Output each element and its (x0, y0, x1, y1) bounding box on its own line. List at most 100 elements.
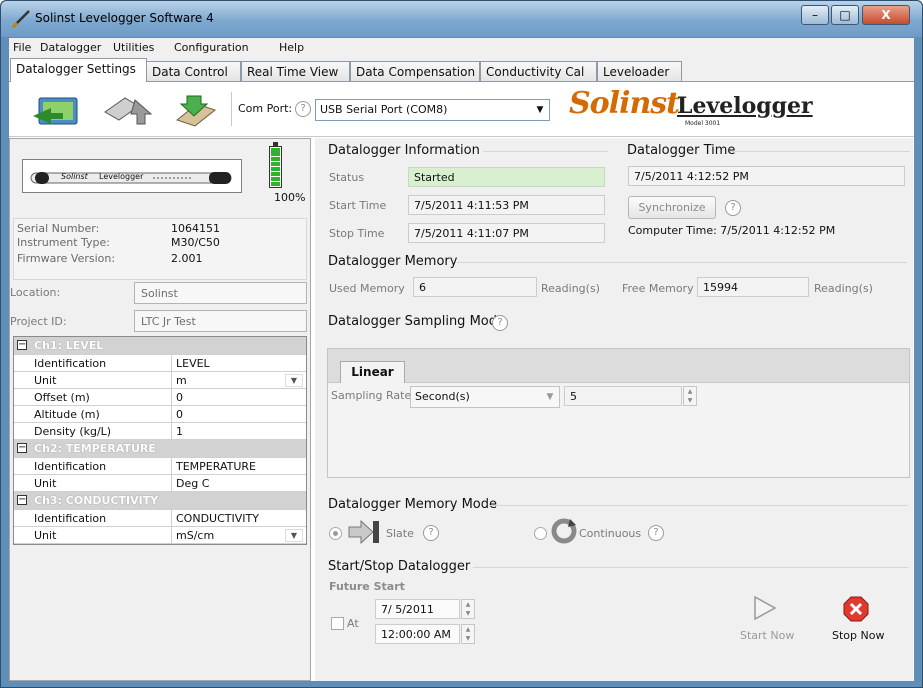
sampling-unit-select[interactable]: Second(s) ▼ (410, 386, 560, 408)
continuous-radio[interactable] (534, 527, 547, 540)
channel-header[interactable]: − Ch3: CONDUCTIVITY (14, 492, 306, 510)
levelogger-logo: Levelogger (677, 93, 813, 119)
close-button[interactable]: X (862, 5, 910, 25)
future-start-date[interactable]: 7/ 5/2011 (375, 599, 460, 619)
battery-icon (269, 142, 282, 188)
channel-property-grid: − Ch1: LEVEL Identification LEVEL Unit m ▼ O… (13, 336, 307, 545)
device-image: Solinst Levelogger (22, 159, 242, 193)
serial-number-label: Serial Number: (17, 222, 100, 235)
instrument-type-value: M30/C50 (171, 236, 220, 249)
tab-datalogger-settings[interactable]: Datalogger Settings (10, 58, 147, 82)
start-stop-title: Start/Stop Datalogger (328, 559, 471, 574)
stop-now-button[interactable]: Stop Now (819, 591, 895, 649)
firmware-version-label: Firmware Version: (17, 252, 116, 265)
location-input[interactable]: Solinst (134, 282, 307, 304)
pen-icon (11, 10, 30, 29)
free-readings-label: Reading(s) (814, 282, 873, 295)
serial-number-value: 1064151 (171, 222, 220, 235)
main-tabs: Datalogger Settings Data Control Real Ti… (9, 58, 914, 82)
start-now-button[interactable]: Start Now (732, 591, 798, 649)
table-row[interactable]: Unit Deg C (14, 475, 306, 492)
channel-header[interactable]: − Ch2: TEMPERATURE (14, 440, 306, 458)
play-icon (754, 595, 777, 621)
menu-bar: File Datalogger Utilities Configuration … (9, 38, 914, 58)
future-start-checkbox[interactable] (331, 617, 344, 630)
table-row[interactable]: Identification LEVEL (14, 355, 306, 372)
com-port-label: Com Port: (238, 102, 293, 115)
tab-leveloader[interactable]: Leveloader (597, 61, 682, 82)
stop-time-label: Stop Time (329, 227, 385, 240)
date-spinner[interactable]: ▲ ▼ (461, 599, 475, 619)
tab-data-compensation[interactable]: Data Compensation (350, 61, 480, 82)
status-value: Started (408, 167, 605, 187)
sampling-mode-title: Datalogger Sampling Mode (328, 314, 505, 329)
slate-help-icon[interactable]: ? (423, 525, 439, 541)
sampling-rate-input[interactable]: 5 (564, 386, 682, 406)
time-spinner[interactable]: ▲ ▼ (461, 624, 475, 644)
menu-configuration[interactable]: Configuration (174, 41, 249, 54)
continuous-label: Continuous (579, 527, 642, 540)
start-time-label: Start Time (329, 199, 387, 212)
memory-mode-title: Datalogger Memory Mode (328, 497, 498, 512)
datalogger-information-title: Datalogger Information (328, 143, 480, 158)
retrieve-settings-icon[interactable] (29, 90, 85, 130)
table-row[interactable]: Altitude (m) 0 (14, 406, 306, 423)
chevron-down-icon: ▼ (546, 392, 554, 402)
chevron-down-icon[interactable]: ▼ (285, 374, 303, 387)
start-time-value: 7/5/2011 4:11:53 PM (408, 195, 605, 215)
tab-conductivity-cal[interactable]: Conductivity Cal (480, 61, 597, 82)
at-label: At (347, 617, 359, 630)
chevron-down-icon[interactable]: ▼ (285, 529, 303, 542)
continuous-help-icon[interactable]: ? (648, 525, 664, 541)
save-settings-icon[interactable] (171, 90, 227, 130)
computer-time: Computer Time: 7/5/2011 4:12:52 PM (628, 224, 836, 237)
used-memory-label: Used Memory (329, 282, 405, 295)
datalogger-settings-panel: Com Port: ? USB Serial Port (COM8) ▼ Sol… (9, 81, 914, 681)
table-row[interactable]: Unit mS/cm ▼ (14, 527, 306, 544)
logo-model-text: Model 3001 (685, 120, 721, 127)
maximize-button[interactable]: □ (831, 5, 859, 25)
tab-linear[interactable]: Linear (340, 361, 405, 383)
menu-help[interactable]: Help (279, 41, 304, 54)
firmware-version-value: 2.001 (171, 252, 203, 265)
slate-radio[interactable] (329, 527, 342, 540)
menu-utilities[interactable]: Utilities (113, 41, 154, 54)
menu-datalogger[interactable]: Datalogger (40, 41, 101, 54)
project-id-input[interactable]: LTC Jr Test (134, 310, 307, 332)
table-row[interactable]: Offset (m) 0 (14, 389, 306, 406)
program-datalogger-icon[interactable] (101, 90, 157, 130)
window-title: Solinst Levelogger Software 4 (35, 11, 214, 25)
instrument-type-label: Instrument Type: (17, 236, 110, 249)
menu-file[interactable]: File (13, 41, 31, 54)
future-start-time[interactable]: 12:00:00 AM (375, 624, 460, 644)
used-readings-label: Reading(s) (541, 282, 600, 295)
sampling-rate-spinner[interactable]: ▲ ▼ (683, 386, 697, 406)
client-area: File Datalogger Utilities Configuration … (8, 37, 915, 682)
toolbar-separator (231, 92, 232, 126)
sampling-rate-label: Sampling Rate (331, 389, 412, 402)
collapse-icon[interactable]: − (17, 443, 27, 453)
collapse-icon[interactable]: − (17, 340, 27, 350)
synchronize-help-icon[interactable]: ? (725, 200, 741, 216)
free-memory-value: 15994 (697, 277, 809, 297)
channel-header[interactable]: − Ch1: LEVEL (14, 337, 306, 355)
device-info-box: Serial Number: 1064151 Instrument Type: … (13, 218, 307, 280)
datalogger-memory-title: Datalogger Memory (328, 254, 458, 269)
title-bar[interactable]: Solinst Levelogger Software 4 – □ X (1, 1, 922, 37)
table-row[interactable]: Density (kg/L) 1 (14, 423, 306, 440)
com-port-select[interactable]: USB Serial Port (COM8) ▼ (315, 99, 550, 121)
tab-real-time-view[interactable]: Real Time View (241, 61, 350, 82)
table-row[interactable]: Identification CONDUCTIVITY (14, 510, 306, 527)
slate-label: Slate (386, 527, 414, 540)
table-row[interactable]: Unit m ▼ (14, 372, 306, 389)
sampling-help-icon[interactable]: ? (492, 315, 508, 331)
status-label: Status (329, 171, 365, 184)
continuous-icon (551, 518, 577, 544)
datalogger-time-title: Datalogger Time (627, 143, 736, 158)
synchronize-button[interactable]: Synchronize (628, 196, 716, 219)
minimize-button[interactable]: – (801, 5, 829, 25)
collapse-icon[interactable]: − (17, 495, 27, 505)
com-port-help-icon[interactable]: ? (295, 101, 311, 117)
table-row[interactable]: Identification TEMPERATURE (14, 458, 306, 475)
tab-data-control[interactable]: Data Control (146, 61, 241, 82)
